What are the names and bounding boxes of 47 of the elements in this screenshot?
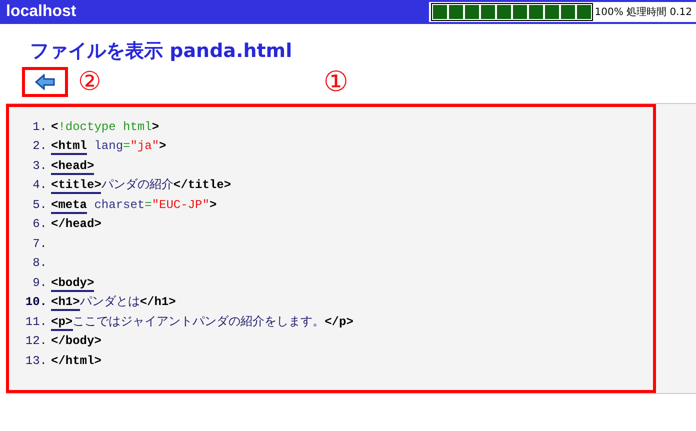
host-name: localhost — [6, 2, 76, 22]
line-number: 13. — [24, 352, 47, 370]
code-text: "ja" — [130, 139, 160, 153]
tag-link[interactable]: <meta — [51, 198, 88, 214]
tag-link[interactable]: <p> — [51, 314, 73, 330]
line-number: 6. — [32, 216, 47, 233]
code-text: "EUC-JP" — [152, 198, 210, 212]
code-text: > — [159, 139, 166, 153]
tag-link[interactable]: <head> — [51, 158, 94, 174]
code-text: charset — [93, 198, 145, 212]
code-text: lang — [93, 139, 124, 153]
line-number: 2. — [32, 138, 47, 155]
code-text: パンダとは — [80, 294, 140, 308]
progress-reading: 100% 処理時間 0.12 — [594, 6, 693, 20]
line-number: 3. — [32, 158, 47, 174]
code-text: </p> — [324, 314, 354, 328]
line-number: 8. — [32, 255, 47, 272]
code-text: ここではジャイアントパンダの紹介をします。 — [72, 314, 325, 328]
line-number: 1. — [32, 118, 47, 136]
line-number: 9. — [32, 274, 47, 292]
code-text: </title> — [173, 178, 232, 192]
line-number: 10. — [24, 294, 47, 311]
page-title: ファイルを表示 panda.html — [30, 42, 294, 61]
code-text: パンダの紹介 — [101, 177, 174, 191]
code-text: </head> — [51, 217, 102, 231]
code-text: !doctype html — [58, 120, 152, 134]
line-number: 4. — [32, 177, 47, 194]
tag-link[interactable]: <title> — [51, 178, 102, 194]
code-text: = — [123, 139, 130, 153]
code-text: </body> — [51, 334, 102, 348]
line-number: 5. — [32, 196, 47, 214]
tag-link[interactable]: <h1> — [51, 295, 80, 311]
line-number: 11. — [24, 314, 47, 330]
left-arrow-icon — [35, 74, 55, 90]
back-button[interactable] — [22, 67, 68, 97]
tag-link[interactable]: <body> — [51, 276, 94, 292]
annotation-number: ② — [78, 69, 102, 95]
code-text: < — [51, 120, 58, 134]
code-text: > — [152, 120, 160, 134]
code-text: = — [144, 198, 152, 212]
code-text: > — [209, 198, 217, 212]
line-number: 7. — [32, 236, 47, 252]
annotation-number: ① — [323, 68, 348, 96]
tag-link[interactable]: <html — [51, 139, 88, 155]
code-text: </html> — [51, 354, 102, 368]
code-text: </h1> — [140, 295, 176, 309]
line-number: 12. — [24, 333, 47, 350]
